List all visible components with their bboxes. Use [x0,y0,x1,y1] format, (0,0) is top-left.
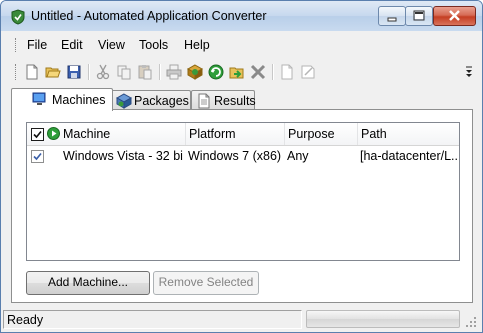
maximize-button[interactable] [405,6,433,26]
menu-help[interactable]: Help [184,38,210,52]
new-icon [26,64,38,80]
app-icon [11,9,25,25]
edit-document-button[interactable] [299,63,317,81]
window-title: Untitled - Automated Application Convert… [31,9,267,23]
paste-button[interactable] [136,63,154,81]
column-header-platform-label: Platform [189,127,236,141]
status-panel: Ready [3,310,302,329]
cell-platform: Windows 7 (x86) [188,149,282,163]
document-icon [281,64,293,80]
tab-machines[interactable]: Machines [11,88,113,111]
menu-edit[interactable]: Edit [61,38,83,52]
menu-bar: File Edit View Tools Help [1,34,482,56]
minimize-icon [387,17,397,22]
tab-packages[interactable]: Packages [111,90,191,110]
resize-grip-icon[interactable] [465,316,477,328]
open-button[interactable] [44,63,62,81]
new-button[interactable] [23,63,41,81]
minimize-button[interactable] [378,6,406,26]
cut-icon [96,64,110,80]
cell-purpose: Any [287,149,309,163]
delete-button[interactable] [249,63,267,81]
column-header-path-label: Path [361,127,387,141]
run-icon [208,64,224,80]
tab-machines-label: Machines [52,93,106,107]
table-row[interactable]: Windows Vista - 32 bit Windows 7 (x86) A… [27,146,459,166]
print-icon [166,64,182,80]
add-machine-button[interactable]: Add Machine... [26,271,150,295]
edit-document-icon [301,65,315,79]
tab-results-label: Results [214,94,256,108]
app-window: Untitled - Automated Application Convert… [0,0,483,333]
menu-view[interactable]: View [98,38,125,52]
save-button[interactable] [65,63,83,81]
toolbar-separator [159,64,161,80]
select-all-checkbox[interactable] [31,128,44,141]
document-button[interactable] [278,63,296,81]
tab-packages-label: Packages [134,94,189,108]
progress-bar [306,310,460,328]
toolbar [1,60,482,84]
cell-path: [ha-datacenter/L... [360,149,458,163]
list-header: Machine Platform Purpose Path [27,123,459,146]
paste-icon [138,65,152,80]
checkmark-icon [33,130,42,139]
export-button[interactable] [228,63,246,81]
play-icon [47,127,60,140]
menu-tools[interactable]: Tools [139,38,168,52]
column-header-machine[interactable]: Machine [60,123,186,145]
cut-button[interactable] [94,63,112,81]
menu-grip[interactable] [15,38,19,52]
maximize-icon [413,10,425,21]
monitor-icon [32,92,46,105]
status-bar: Ready [1,308,482,332]
row-checkbox[interactable] [31,150,44,163]
delete-icon [250,64,266,80]
column-header-purpose[interactable]: Purpose [285,123,358,145]
copy-button[interactable] [115,63,133,81]
open-icon [45,67,61,78]
toolbar-separator [88,64,90,80]
copy-icon [117,65,131,80]
title-bar[interactable]: Untitled - Automated Application Convert… [1,1,482,31]
remove-selected-button[interactable]: Remove Selected [153,271,259,295]
close-icon [449,10,460,21]
column-header-purpose-label: Purpose [288,127,335,141]
close-button[interactable] [433,6,476,26]
column-header-machine-label: Machine [63,127,111,141]
package-icon [116,93,132,109]
cell-machine: Windows Vista - 32 bit [63,149,183,163]
install-icon [186,64,204,80]
toolbar-overflow-button[interactable] [464,64,474,82]
status-text: Ready [7,313,44,327]
checkmark-icon [33,152,42,161]
install-button[interactable] [186,63,204,81]
toolbar-separator [272,64,274,80]
tab-strip: Machines Packages Results [11,88,471,111]
document-icon [198,93,210,109]
machines-list[interactable]: Machine Platform Purpose Path Windows Vi… [26,122,460,261]
save-icon [67,65,81,79]
toolbar-grip[interactable] [15,64,19,80]
chevron-overflow-icon [466,66,472,77]
column-header-platform[interactable]: Platform [186,123,285,145]
menu-file[interactable]: File [27,38,47,52]
print-button[interactable] [165,63,183,81]
column-header-path[interactable]: Path [358,123,458,145]
machines-panel: Machine Platform Purpose Path Windows Vi… [11,109,473,303]
export-icon [229,67,244,79]
run-button[interactable] [207,63,225,81]
tab-results[interactable]: Results [191,90,256,110]
